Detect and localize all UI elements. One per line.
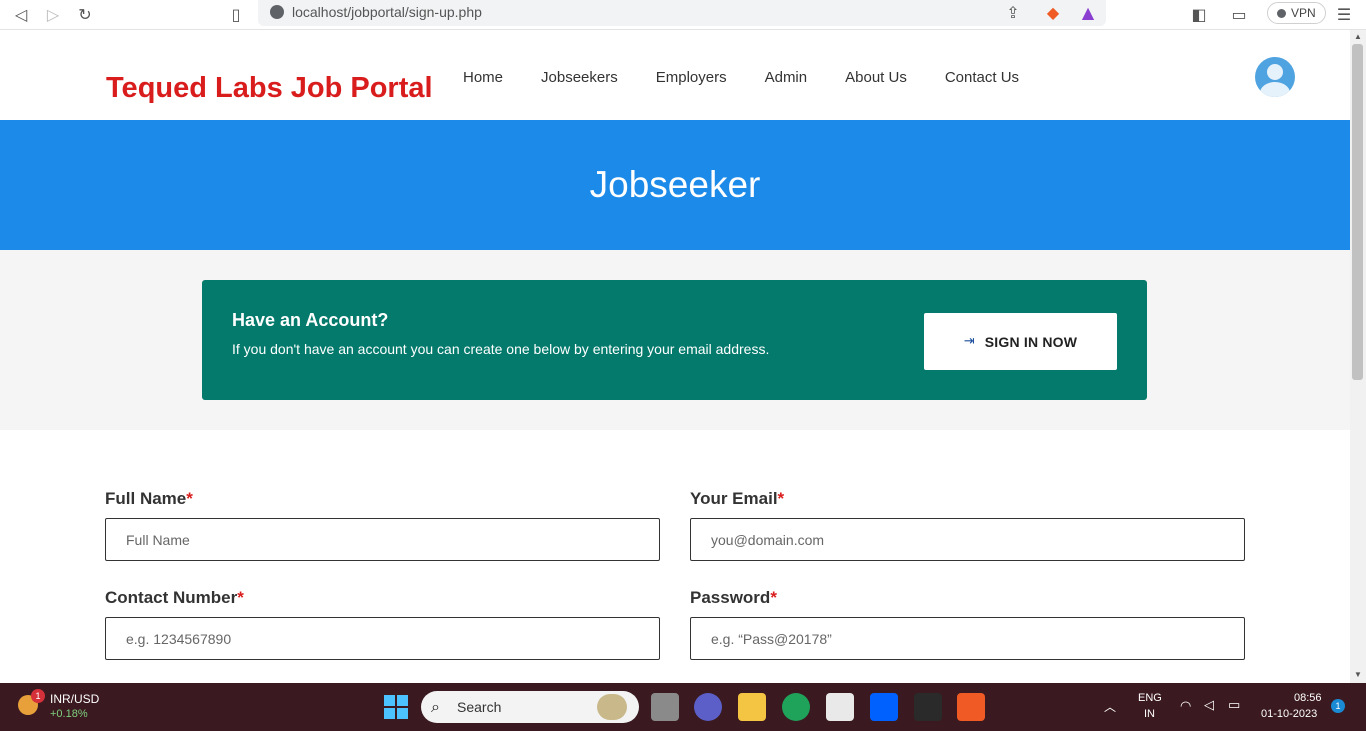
sidebar-toggle-icon[interactable]: ◧ — [1188, 3, 1210, 25]
sign-in-icon: ⇥ — [963, 334, 975, 349]
email-input[interactable] — [690, 518, 1245, 561]
vpn-label: VPN — [1291, 6, 1316, 20]
ticker-change: +0.18% — [50, 708, 88, 720]
account-band: Have an Account? If you don't have an ac… — [0, 250, 1350, 430]
nav-jobseekers[interactable]: Jobseekers — [541, 69, 618, 86]
vpn-button[interactable]: VPN — [1267, 2, 1326, 24]
battery-icon[interactable]: ▭ — [1228, 697, 1240, 713]
address-bar[interactable]: localhost/jobportal/sign-up.php ⇪ ◆ ▲ — [258, 0, 1106, 26]
sign-in-label: SIGN IN NOW — [984, 333, 1078, 350]
nav-contact-us[interactable]: Contact Us — [945, 69, 1019, 86]
teams-chat-icon[interactable] — [694, 693, 722, 721]
microsoft-store-icon[interactable] — [826, 693, 854, 721]
clock-time[interactable]: 08:56 — [1294, 692, 1322, 704]
user-avatar-icon[interactable] — [1255, 57, 1295, 97]
account-callout: Have an Account? If you don't have an ac… — [202, 280, 1147, 400]
forward-icon[interactable]: ▷ — [42, 3, 64, 25]
contact-number-input[interactable] — [105, 617, 660, 660]
page-scrollbar[interactable]: ▲ ▼ — [1350, 30, 1366, 683]
brave-shield-icon[interactable]: ◆ — [1042, 1, 1064, 23]
browser-toolbar: ◁ ▷ ↻ ▯ localhost/jobportal/sign-up.php … — [0, 0, 1366, 30]
url-text: localhost/jobportal/sign-up.php — [292, 4, 482, 20]
scroll-down-icon[interactable]: ▼ — [1353, 670, 1363, 680]
volume-icon[interactable]: ◁ — [1204, 697, 1214, 713]
scroll-up-icon[interactable]: ▲ — [1353, 32, 1363, 42]
page-title: Jobseeker — [589, 164, 761, 205]
contact-number-label: Contact Number* — [105, 588, 244, 607]
account-callout-title: Have an Account? — [232, 310, 389, 330]
main-nav: Home Jobseekers Employers Admin About Us… — [463, 69, 1019, 86]
full-name-label: Full Name* — [105, 489, 193, 508]
bookmark-icon[interactable]: ▯ — [225, 3, 247, 25]
email-label: Your Email* — [690, 489, 785, 508]
nav-about-us[interactable]: About Us — [845, 69, 907, 86]
password-label: Password* — [690, 588, 777, 607]
start-windows-icon[interactable] — [382, 693, 410, 721]
nav-admin[interactable]: Admin — [765, 69, 808, 86]
language-line2: IN — [1144, 708, 1155, 720]
scroll-thumb[interactable] — [1352, 44, 1363, 380]
search-highlight-icon — [597, 694, 627, 720]
vpn-status-icon — [1277, 8, 1286, 18]
nav-home[interactable]: Home — [463, 69, 503, 86]
brave-rewards-icon[interactable]: ▲ — [1077, 1, 1099, 23]
ticker-name[interactable]: INR/USD — [50, 692, 99, 706]
file-explorer-icon[interactable] — [738, 693, 766, 721]
sign-in-button[interactable]: ⇥ SIGN IN NOW — [924, 313, 1117, 370]
ticker-badge: 1 — [31, 689, 45, 703]
search-icon: ⌕ — [431, 697, 440, 716]
site-info-icon[interactable] — [270, 5, 284, 19]
nav-employers[interactable]: Employers — [656, 69, 727, 86]
site-header: Tequed Labs Job Portal Home Jobseekers E… — [0, 30, 1350, 120]
taskbar-search-label: Search — [457, 699, 502, 715]
os-taskbar: 1 INR/USD +0.18% ⌕ Search ︿ ENG IN ◠ ◁ ▭… — [0, 683, 1366, 731]
share-icon[interactable]: ⇪ — [1002, 1, 1024, 23]
reload-icon[interactable]: ↻ — [74, 3, 96, 25]
account-callout-text: If you don't have an account you can cre… — [232, 341, 770, 357]
hero-banner: Jobseeker — [0, 120, 1350, 250]
page-viewport: Tequed Labs Job Portal Home Jobseekers E… — [0, 30, 1350, 683]
notification-badge[interactable]: 1 — [1331, 699, 1345, 713]
task-view-icon[interactable] — [651, 693, 679, 721]
chevron-up-icon[interactable]: ︿ — [1104, 698, 1116, 715]
edge-browser-icon[interactable] — [782, 693, 810, 721]
app-icon[interactable] — [914, 693, 942, 721]
dropbox-icon[interactable] — [870, 693, 898, 721]
wallet-icon[interactable]: ▭ — [1228, 3, 1250, 25]
brave-browser-icon[interactable] — [957, 693, 985, 721]
full-name-input[interactable] — [105, 518, 660, 561]
language-line1[interactable]: ENG — [1138, 692, 1162, 704]
password-input[interactable] — [690, 617, 1245, 660]
clock-date: 01-10-2023 — [1261, 708, 1318, 720]
menu-icon[interactable]: ☰ — [1333, 3, 1355, 25]
taskbar-search[interactable]: ⌕ Search — [421, 691, 639, 723]
back-icon[interactable]: ◁ — [10, 3, 32, 25]
wifi-icon[interactable]: ◠ — [1180, 698, 1191, 714]
site-logo[interactable]: Tequed Labs Job Portal — [106, 72, 433, 105]
